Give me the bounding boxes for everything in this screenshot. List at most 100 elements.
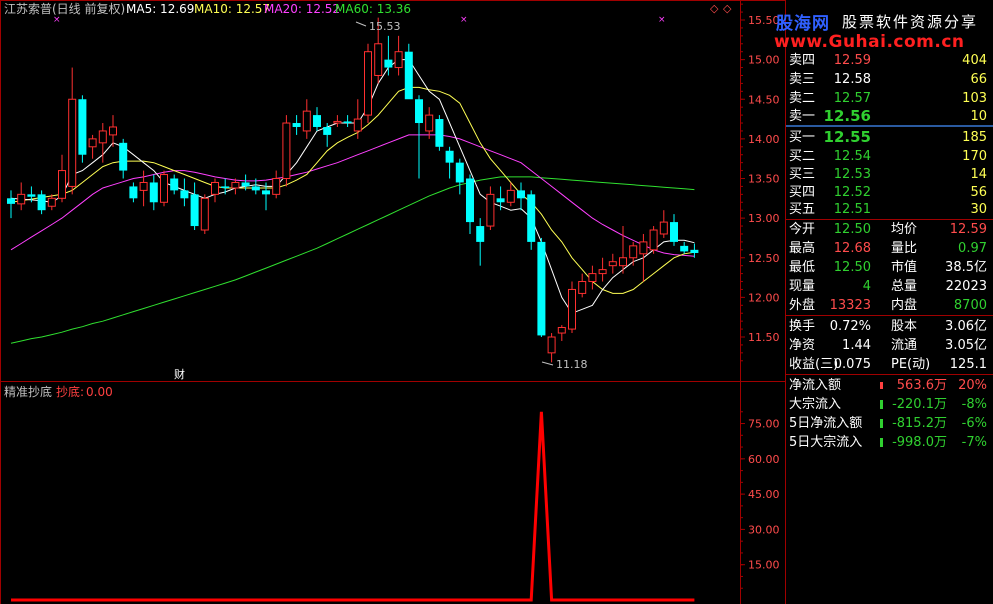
buy-2-row[interactable]: 买二 12.54 170 <box>786 147 993 166</box>
candle-body <box>200 197 209 231</box>
stat-row-turnover: 换手 0.72% 股本 3.06亿 <box>789 319 987 334</box>
candle-body <box>496 198 505 203</box>
candle-body <box>384 59 393 68</box>
candle-body <box>88 138 97 148</box>
stat-row-high: 最高 12.68 量比 0.97 <box>789 241 987 256</box>
indicator-tick-label: 15.00 <box>748 559 780 572</box>
buy-5-row[interactable]: 买五 12.51 30 <box>786 200 993 219</box>
price-tick-label: 14.00 <box>748 133 780 146</box>
candle-body <box>170 178 179 191</box>
indicator-name: 精准抄底 <box>4 384 52 399</box>
flow-row-net: 净流入额 563.6万 20% <box>789 378 987 393</box>
sell-4-row[interactable]: 卖四 12.59 404 <box>786 51 993 70</box>
candle-body <box>557 326 566 334</box>
candle-body <box>486 193 495 227</box>
candle-body <box>547 336 556 354</box>
candle-body <box>619 257 627 267</box>
candle-body <box>435 119 444 147</box>
candle-body <box>415 99 423 124</box>
stat-row-low: 最低 12.50 市值 38.5亿 <box>789 260 987 275</box>
candle-body <box>17 193 26 205</box>
candle-body <box>578 281 587 294</box>
price-tick-label: 12.50 <box>748 252 780 265</box>
candle-body <box>282 122 291 179</box>
candle-body <box>517 190 525 199</box>
kline-chart[interactable]: 江苏索普(日线 前复权) MA5: 12.69 MA10: 12.57 MA20… <box>0 0 786 604</box>
candle-body <box>313 115 321 127</box>
candle-body <box>670 222 678 242</box>
ma5-label: MA5: 12.69 <box>126 2 194 16</box>
svg-text:×: × <box>460 15 468 25</box>
buy-1-row[interactable]: 买一 12.55 185 <box>786 128 993 147</box>
ma60-label: MA60: 13.36 <box>335 2 411 16</box>
candle-body <box>466 178 474 223</box>
candle-body <box>78 99 87 155</box>
buy-3-row[interactable]: 买三 12.53 14 <box>786 165 993 184</box>
finance-marker[interactable]: 财 <box>174 367 185 381</box>
candle-body <box>47 197 56 207</box>
candle[interactable] <box>200 194 209 234</box>
price-tick-label: 13.00 <box>748 212 780 225</box>
candle[interactable] <box>435 115 444 151</box>
candle-body <box>374 43 383 76</box>
candle-body <box>333 120 342 124</box>
candle-body <box>506 189 515 203</box>
price-tick-label: 12.00 <box>748 291 780 304</box>
candle-body <box>37 194 46 211</box>
candle-body <box>629 245 638 259</box>
candle-body <box>27 194 36 197</box>
candle[interactable] <box>568 281 576 334</box>
chart-title: 江苏索普(日线 前复权) <box>4 1 125 16</box>
price-tick-label: 14.50 <box>748 93 780 106</box>
candle-body <box>109 126 117 136</box>
indicator-series-label: 抄底: <box>56 384 84 399</box>
candle-body <box>149 182 158 203</box>
candle-body <box>231 181 240 189</box>
collapse-icon[interactable]: ◇ <box>723 2 732 15</box>
candle-body <box>272 178 281 195</box>
candle-body <box>98 130 107 144</box>
indicator-tick-label: 75.00 <box>748 418 780 431</box>
expand-icon[interactable]: ◇ <box>710 2 719 15</box>
candle[interactable] <box>160 170 168 207</box>
candle-body <box>119 142 128 171</box>
price-tick-label: 11.50 <box>748 331 780 344</box>
candle-body <box>476 226 485 242</box>
candle-body <box>394 51 403 69</box>
indicator-tick-label: 30.00 <box>748 523 780 536</box>
candle-body <box>364 51 372 116</box>
indicator-tick-label: 60.00 <box>748 453 780 466</box>
candle-body <box>425 114 434 132</box>
candle-body <box>343 121 352 124</box>
candle[interactable] <box>527 190 536 250</box>
candle[interactable] <box>364 43 372 124</box>
candle-body <box>598 269 607 275</box>
candle-body <box>58 170 66 199</box>
candle-body <box>129 186 138 199</box>
candle[interactable] <box>78 95 87 163</box>
sell-3-row[interactable]: 卖三 12.58 66 <box>786 70 993 89</box>
candle-body <box>7 198 15 204</box>
candle-body <box>180 190 189 199</box>
stat-row-outer: 外盘 13323 内盘 8700 <box>789 298 987 313</box>
candle-body <box>608 261 617 267</box>
candle[interactable] <box>404 43 413 100</box>
candle[interactable] <box>537 237 546 337</box>
stat-row-volume: 现量 4 总量 22023 <box>789 279 987 294</box>
price-tick-label: 15.00 <box>748 54 780 67</box>
price-tick-label: 13.50 <box>748 173 780 186</box>
stat-row-earnings: 收益(三) 0.075 PE(动) 125.1 <box>789 357 987 372</box>
candle[interactable] <box>282 115 291 187</box>
candle-body <box>649 229 658 251</box>
indicator-series-value: 0.00 <box>86 385 113 399</box>
candle-body <box>639 241 648 255</box>
svg-text:11.18: 11.18 <box>556 358 588 371</box>
sell-2-row[interactable]: 卖二 12.57 103 <box>786 89 993 108</box>
candle-body <box>568 288 576 330</box>
candle-body <box>160 174 168 203</box>
candle-body <box>139 181 148 191</box>
candle-body <box>659 221 668 235</box>
sell-1-row[interactable]: 卖一 12.56 10 <box>786 107 993 126</box>
candle[interactable] <box>649 226 658 254</box>
flow-row-5d-net: 5日净流入额 -815.2万 -6% <box>789 416 987 431</box>
